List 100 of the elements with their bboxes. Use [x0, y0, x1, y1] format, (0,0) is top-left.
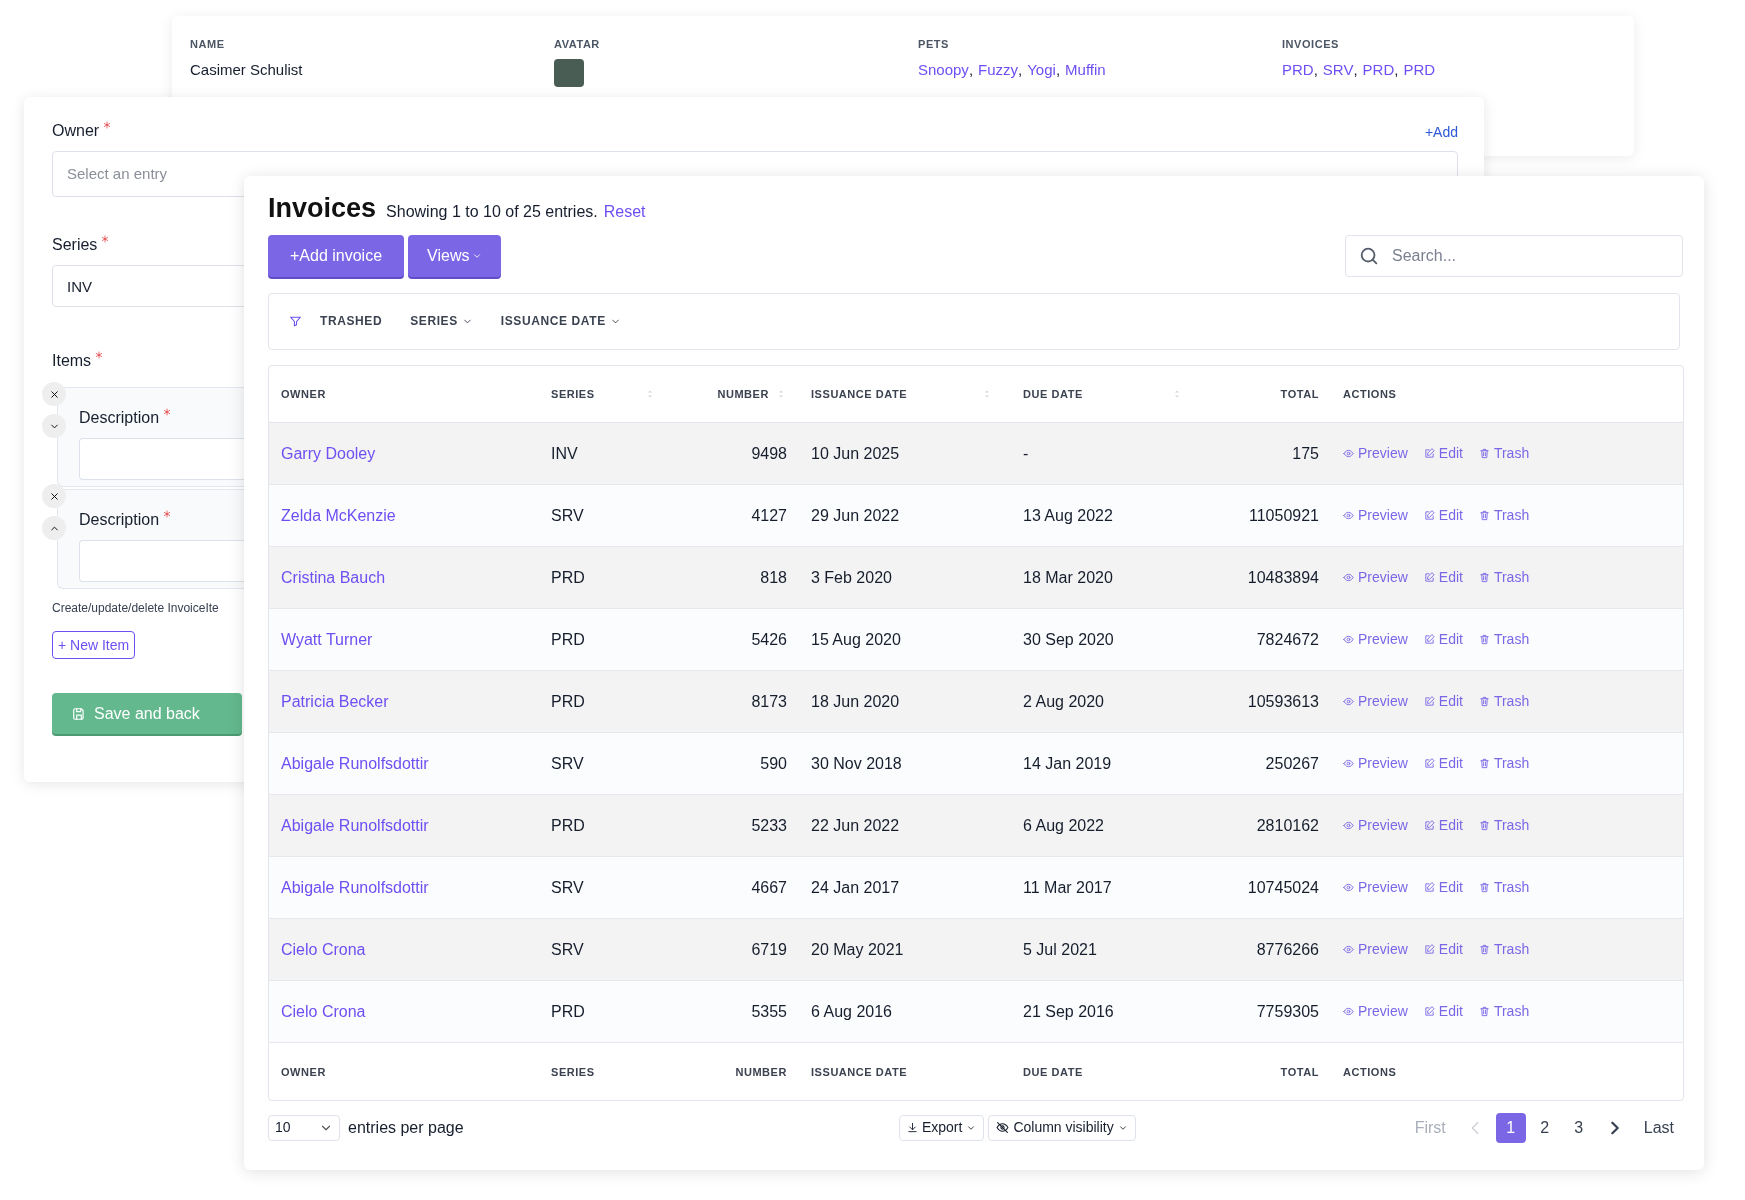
- remove-item-button[interactable]: [42, 382, 66, 406]
- action-link[interactable]: Trash: [1478, 877, 1530, 898]
- table-cell: 10745024: [1247, 878, 1319, 896]
- eye-icon: [1343, 882, 1354, 893]
- action-link[interactable]: Edit: [1423, 443, 1463, 464]
- action-link[interactable]: Preview: [1343, 815, 1408, 836]
- table-cell: SRV: [551, 940, 584, 958]
- record-link[interactable]: Fuzzy: [978, 58, 1019, 81]
- action-link[interactable]: Trash: [1478, 443, 1530, 464]
- table-cell: 10483894: [1247, 568, 1319, 586]
- table-cell: 14 Jan 2019: [1023, 754, 1112, 772]
- eye-icon: [1343, 572, 1354, 583]
- record-link[interactable]: Snoopy: [918, 58, 969, 81]
- action-link[interactable]: Preview: [1343, 753, 1408, 774]
- action-link[interactable]: Preview: [1343, 629, 1408, 650]
- record-link[interactable]: PRD: [1282, 58, 1314, 81]
- action-link[interactable]: Preview: [1343, 1001, 1408, 1022]
- owner-link[interactable]: Wyatt Turner: [281, 630, 373, 648]
- record-link[interactable]: Muffin: [1065, 58, 1106, 81]
- trash-icon: [1478, 1006, 1490, 1017]
- new-item-button[interactable]: + New Item: [52, 631, 136, 659]
- page-button[interactable]: 3: [1563, 1112, 1594, 1143]
- reset-link[interactable]: Reset: [603, 200, 646, 224]
- move-up-button[interactable]: [42, 516, 66, 540]
- action-link[interactable]: Trash: [1478, 939, 1530, 960]
- owner-link[interactable]: Abigale Runolfsdottir: [281, 816, 429, 834]
- action-link[interactable]: Trash: [1478, 691, 1530, 712]
- action-link[interactable]: Trash: [1478, 815, 1530, 836]
- action-link[interactable]: Edit: [1423, 1001, 1463, 1022]
- filter-toggle[interactable]: TRASHED: [320, 312, 383, 330]
- move-down-button[interactable]: [42, 414, 66, 438]
- table-cell: 7759305: [1256, 1002, 1319, 1020]
- action-link[interactable]: Edit: [1423, 629, 1463, 650]
- save-button[interactable]: Save and back: [52, 693, 242, 734]
- column-header[interactable]: ISSUANCE DATE: [811, 385, 908, 402]
- action-link[interactable]: Trash: [1478, 1001, 1530, 1022]
- per-page-select[interactable]: 10: [268, 1114, 340, 1141]
- record-link[interactable]: SRV: [1322, 58, 1354, 81]
- action-link[interactable]: Edit: [1423, 753, 1463, 774]
- table-cell: PRD: [551, 630, 585, 648]
- record-link[interactable]: PRD: [1403, 58, 1436, 81]
- table-cell: 6719: [751, 940, 787, 958]
- field-label: Items: [52, 351, 92, 371]
- action-link[interactable]: Preview: [1343, 567, 1408, 588]
- filter-dropdown[interactable]: ISSUANCE DATE: [500, 312, 621, 330]
- table-cell: 590: [760, 754, 787, 772]
- action-link[interactable]: Preview: [1343, 505, 1408, 526]
- remove-item-button[interactable]: [42, 484, 66, 508]
- column-header[interactable]: OWNER: [281, 385, 326, 402]
- edit-icon: [1423, 448, 1435, 459]
- page-button[interactable]: 1: [1495, 1112, 1526, 1143]
- owner-link[interactable]: Abigale Runolfsdottir: [281, 754, 429, 772]
- column-header[interactable]: TOTAL: [1280, 385, 1319, 402]
- action-link[interactable]: Edit: [1423, 939, 1463, 960]
- export-button[interactable]: Export: [898, 1114, 985, 1141]
- table-cell: 29 Jun 2022: [811, 506, 900, 524]
- page-button[interactable]: Last: [1635, 1112, 1682, 1143]
- add-invoice-button[interactable]: +Add invoice: [268, 234, 405, 277]
- action-link[interactable]: Preview: [1343, 691, 1408, 712]
- table-cell: 5 Jul 2021: [1023, 940, 1097, 958]
- action-link[interactable]: Edit: [1423, 877, 1463, 898]
- views-button[interactable]: Views: [408, 234, 502, 277]
- action-link[interactable]: Trash: [1478, 629, 1530, 650]
- action-link[interactable]: Preview: [1343, 939, 1408, 960]
- eye-icon: [1343, 510, 1354, 521]
- action-link[interactable]: Trash: [1478, 505, 1530, 526]
- edit-icon: [1423, 572, 1435, 583]
- owner-link[interactable]: Patricia Becker: [281, 692, 389, 710]
- owner-link[interactable]: Cielo Crona: [281, 940, 366, 958]
- separator-comma: ,: [1313, 59, 1318, 80]
- column-header[interactable]: DUE DATE: [1023, 385, 1083, 402]
- action-link[interactable]: Edit: [1423, 691, 1463, 712]
- action-link[interactable]: Trash: [1478, 753, 1530, 774]
- owner-link[interactable]: Garry Dooley: [281, 444, 376, 462]
- column-header[interactable]: SERIES: [551, 385, 595, 402]
- filter-dropdown[interactable]: SERIES: [410, 312, 473, 330]
- record-link[interactable]: Yogi: [1027, 58, 1056, 81]
- column-header[interactable]: ACTIONS: [1343, 385, 1397, 402]
- add-link[interactable]: +Add: [1424, 122, 1458, 143]
- column-visibility-button[interactable]: Column visibility: [988, 1114, 1136, 1141]
- column-header[interactable]: NUMBER: [717, 385, 769, 402]
- action-link[interactable]: Trash: [1478, 567, 1530, 588]
- action-link[interactable]: Edit: [1423, 567, 1463, 588]
- search-input[interactable]: Search...: [1392, 243, 1652, 268]
- action-link[interactable]: Edit: [1423, 815, 1463, 836]
- action-link[interactable]: Edit: [1423, 505, 1463, 526]
- search-field[interactable]: Search...: [1345, 234, 1683, 277]
- page-button[interactable]: 2: [1529, 1112, 1560, 1143]
- table-cell: 3 Feb 2020: [811, 568, 892, 586]
- action-link[interactable]: Preview: [1343, 877, 1408, 898]
- owner-link[interactable]: Zelda McKenzie: [281, 506, 396, 524]
- owner-link[interactable]: Cielo Crona: [281, 1002, 366, 1020]
- action-link[interactable]: Preview: [1343, 443, 1408, 464]
- edit-icon: [1423, 510, 1435, 521]
- entries-summary: Showing 1 to 10 of 25 entries.: [386, 202, 598, 222]
- trash-icon: [1478, 696, 1490, 707]
- trash-icon: [1478, 510, 1490, 521]
- owner-link[interactable]: Cristina Bauch: [281, 568, 386, 586]
- owner-link[interactable]: Abigale Runolfsdottir: [281, 878, 429, 896]
- table-cell: 10593613: [1247, 692, 1319, 710]
